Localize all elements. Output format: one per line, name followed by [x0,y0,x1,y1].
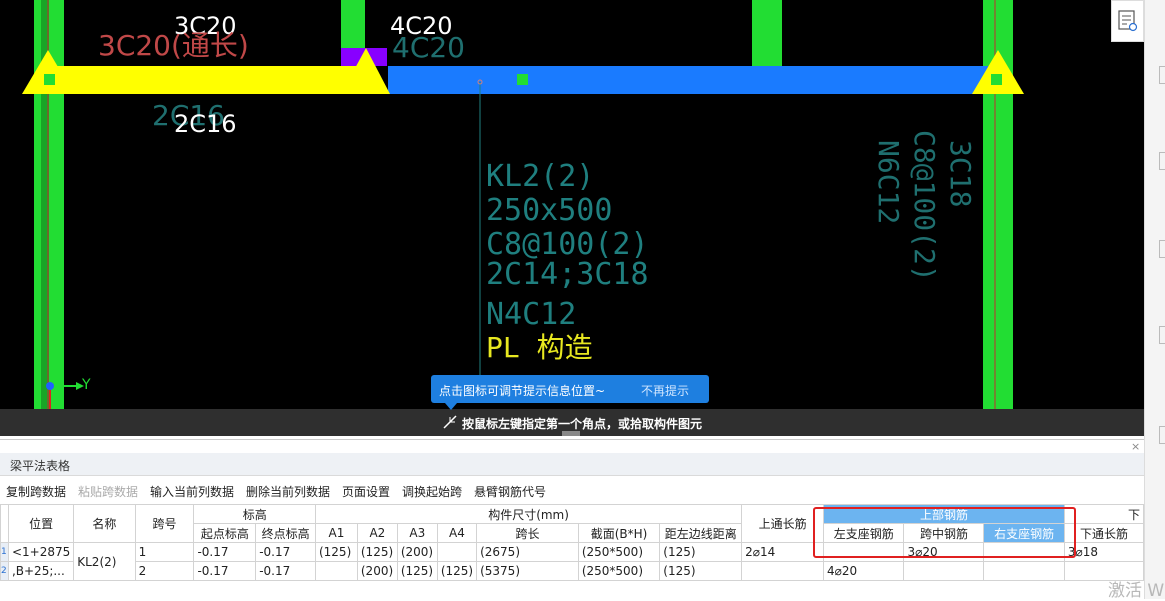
cell-a3[interactable]: (200) [396,542,438,562]
tip-dismiss-link[interactable]: 不再提示 [641,382,689,399]
list-view-button[interactable] [1111,0,1144,42]
list-settings-icon [1118,10,1138,32]
cell-span-len[interactable]: (5375) [476,561,579,581]
cell-top-through[interactable] [741,561,825,581]
table-row[interactable]: 2 ,B+25;... 2 -0.17 -0.17 (200) (125) (1… [0,561,1145,581]
right-annotation-1: 3C18 [944,140,977,208]
col-a4[interactable]: A4 [436,523,478,543]
faint-rebar-label: 4C20 [392,31,465,64]
cell-span-len[interactable]: (2675) [476,542,579,562]
pick-cursor-icon [442,414,458,430]
activation-watermark: 激活 W [1108,581,1165,601]
cell-a2[interactable]: (200) [356,561,398,581]
cell-a1[interactable]: (125) [314,542,358,562]
panel-title: 梁平法表格 [10,459,71,473]
col-name[interactable]: 名称 [73,504,136,543]
col-span-len[interactable]: 跨长 [476,523,579,543]
column-mid2 [752,0,782,66]
right-annotation-3: N6C12 [872,140,905,225]
cell-a4[interactable]: (125) [436,561,478,581]
right-side-strip [1144,0,1165,599]
delete-column-data-button[interactable]: 删除当前列数据 [246,483,330,500]
col-group-elevation: 标高 [193,504,316,524]
command-prompt: 按鼠标左键指定第一个角点，或拾取构件图元 [462,417,703,431]
cell-end-elev[interactable]: -0.17 [255,542,316,562]
cell-left-dist[interactable]: (125) [659,561,743,581]
beam-table: 位置 名称 跨号 标高 构件尺寸(mm) 上通长筋 上部钢筋 下 起点标高 终点… [0,504,1145,581]
col-span-no[interactable]: 跨号 [134,504,195,543]
cell-a3[interactable]: (125) [396,561,438,581]
beam-annotation-pl: PL 构造 [486,331,593,364]
col-a1[interactable]: A1 [314,523,358,543]
col-top-through[interactable]: 上通长筋 [741,504,825,543]
collapse-handle[interactable] [562,431,580,436]
panel-title-bar: 梁平法表格 [0,453,1144,476]
beam-annotation-name: KL2(2) [486,159,595,194]
beam-annotation-stirrup: C8@100(2) [486,227,649,262]
page-setup-button[interactable]: 页面设置 [342,483,390,500]
col-start-elev[interactable]: 起点标高 [193,523,257,543]
beam-annotation-web: N4C12 [486,297,577,332]
right-annotation-2: C8@100(2) [908,130,941,282]
cell-right-seat[interactable] [983,561,1065,581]
cell-left-seat[interactable]: 4⌀20 [823,561,905,581]
cell-a1[interactable] [314,561,358,581]
cell-top-through[interactable]: 2⌀14 [741,542,825,562]
cell-start-elev[interactable]: -0.17 [193,542,257,562]
col-left-dist[interactable]: 距左边线距离 [659,523,743,543]
col-end-elev[interactable]: 终点标高 [255,523,316,543]
col-a3[interactable]: A3 [396,523,438,543]
paste-span-data-button[interactable]: 粘贴跨数据 [78,483,138,500]
tip-text: 点击图标可调节提示信息位置~ [439,384,606,398]
command-bar: 按鼠标左键指定第一个角点，或拾取构件图元 [0,409,1144,436]
cell-end-elev[interactable]: -0.17 [255,561,316,581]
cell-left-dist[interactable]: (125) [659,542,743,562]
col-section[interactable]: 截面(B*H) [577,523,661,543]
beam-table-panel: × 梁平法表格 复制跨数据 粘贴跨数据 输入当前列数据 删除当前列数据 页面设置… [0,439,1145,600]
cell-section[interactable]: (250*500) [577,542,661,562]
table-row[interactable]: 1 <1+2875 KL2(2) 1 -0.17 -0.17 (125) (12… [0,542,1145,581]
col-group-dims: 构件尺寸(mm) [314,504,743,524]
row-index[interactable]: 1 [0,542,9,562]
col-group-top-rebar: 上部钢筋 [823,504,1065,524]
beam-span-2 [388,66,988,94]
cell-mid-span[interactable]: 3⌀20 [903,542,985,562]
col-a2[interactable]: A2 [356,523,398,543]
copy-span-data-button[interactable]: 复制跨数据 [6,483,66,500]
cad-canvas[interactable]: 3C20 4C20 3C20(通长) 4C20 2C16 2C16 KL2(2)… [0,0,1144,436]
cell-bottom-through[interactable]: 3⌀18 [1063,542,1145,562]
beam-annotation-rebar: 2C14;3C18 [486,257,649,292]
beam-span-1 [44,66,360,94]
cell-section[interactable]: (250*500) [577,561,661,581]
cell-left-seat[interactable] [823,542,905,562]
col-mid-span[interactable]: 跨中钢筋 [903,523,985,543]
row-index[interactable]: 2 [0,561,9,581]
cell-a2[interactable]: (125) [356,542,398,562]
cell-span[interactable]: 1 [134,542,195,562]
cell-right-seat[interactable] [983,542,1065,562]
panel-close-icon[interactable]: × [1131,440,1140,453]
col-group-lower: 下 [1063,504,1145,524]
cell-mid-span[interactable] [903,561,985,581]
axis-y-label: Y [82,377,91,393]
tip-popup[interactable]: 点击图标可调节提示信息位置~ 不再提示 [431,375,709,410]
cell-position[interactable]: ,B+25;... [7,561,75,581]
beam-annotation-section: 250x500 [486,193,613,228]
cell-start-elev[interactable]: -0.17 [193,561,257,581]
row-header-corner [0,504,9,543]
cell-a4[interactable] [436,542,478,562]
input-column-data-button[interactable]: 输入当前列数据 [150,483,234,500]
cell-span[interactable]: 2 [134,561,195,581]
col-left-seat[interactable]: 左支座钢筋 [823,523,905,543]
panel-toolbar: 复制跨数据 粘贴跨数据 输入当前列数据 删除当前列数据 页面设置 调换起始跨 悬… [0,478,1144,504]
bottom-rebar-label: 2C16 [174,110,237,138]
col-position[interactable]: 位置 [7,504,75,543]
swap-start-span-button[interactable]: 调换起始跨 [402,483,462,500]
cell-position[interactable]: <1+2875 [7,542,75,562]
cantilever-rebar-code-button[interactable]: 悬臂钢筋代号 [474,483,546,500]
cell-name[interactable]: KL2(2) [73,542,136,581]
through-rebar-label: 3C20(通长) [98,29,249,62]
col-bottom-through[interactable]: 下通长筋 [1063,523,1145,543]
col-right-seat[interactable]: 右支座钢筋 [983,523,1065,543]
